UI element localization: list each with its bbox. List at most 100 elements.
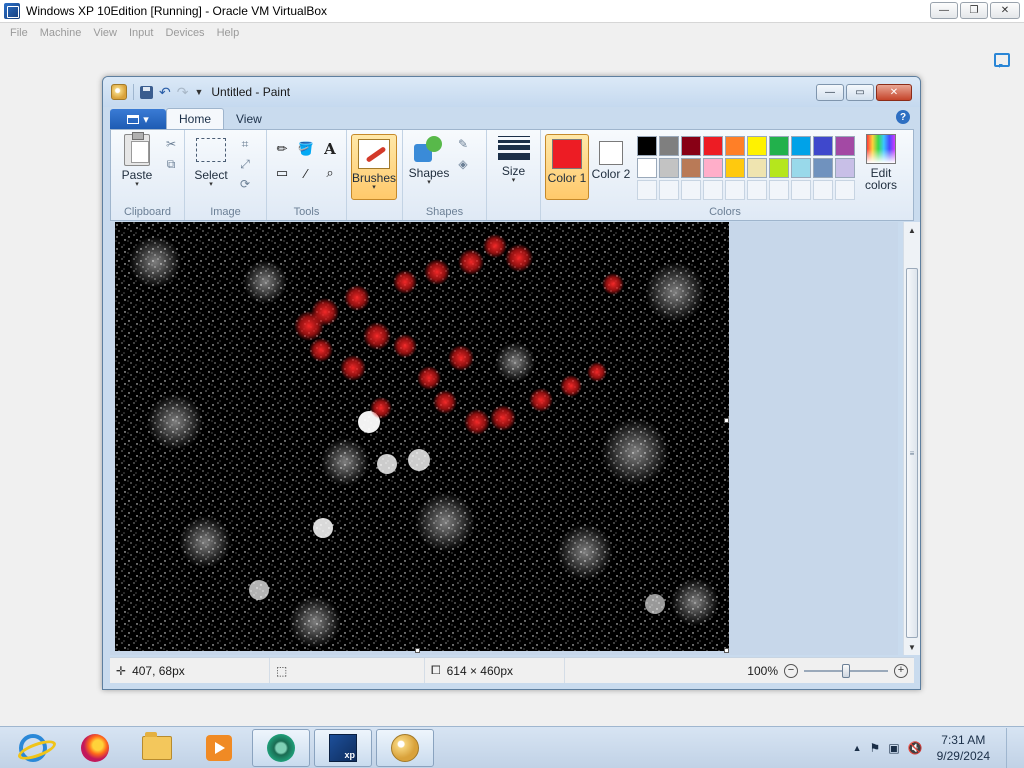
taskbar-paint[interactable] [376,728,434,767]
vertical-scrollbar[interactable]: ▲ ≡ ▼ [903,222,920,655]
pencil-icon[interactable]: ✏ [271,138,293,160]
canvas-resize-handle-bottom[interactable] [415,648,420,653]
palette-swatch-r2-7[interactable] [769,158,789,178]
quick-access-dropdown-icon[interactable]: ▼ [194,87,203,97]
scroll-up-icon[interactable]: ▲ [904,222,920,238]
redo-icon[interactable]: ↷ [177,84,189,101]
palette-custom-swatch-7[interactable] [769,180,789,200]
palette-swatch-r2-9[interactable] [813,158,833,178]
taskbar-virtualbox[interactable]: xp [314,728,372,767]
paint-app-icon[interactable] [111,84,127,100]
zoom-in-icon[interactable]: + [894,663,908,678]
tab-view[interactable]: View [224,108,274,129]
palette-custom-swatch-8[interactable] [791,180,811,200]
notification-message-icon[interactable] [994,53,1010,68]
palette-swatch-r1-3[interactable] [681,136,701,156]
menu-input[interactable]: Input [123,27,159,39]
menu-devices[interactable]: Devices [159,27,210,39]
color2-button[interactable]: Color 2 [589,134,633,200]
scrollbar-thumb[interactable]: ≡ [906,268,918,638]
crop-icon[interactable]: ⌗ [237,136,253,152]
taskbar-firefox[interactable] [66,729,124,767]
palette-swatch-r2-3[interactable] [681,158,701,178]
canvas-resize-handle-right[interactable] [724,418,729,423]
menu-file[interactable]: File [4,27,34,39]
palette-swatch-r2-1[interactable] [637,158,657,178]
magnifier-icon[interactable]: ⌕ [319,162,341,184]
text-tool-icon[interactable]: A [319,138,341,160]
palette-swatch-r1-4[interactable] [703,136,723,156]
palette-swatch-r2-4[interactable] [703,158,723,178]
taskbar-internet-explorer[interactable] [4,729,62,767]
taskbar-media-player[interactable] [190,729,248,767]
palette-custom-swatch-2[interactable] [659,180,679,200]
palette-custom-swatch-1[interactable] [637,180,657,200]
brushes-label: Brushes [351,171,397,185]
eraser-icon[interactable]: ▭ [271,162,293,184]
show-desktop-button[interactable] [1006,728,1016,768]
cut-icon[interactable]: ✂ [163,136,179,152]
brushes-button[interactable]: Brushes ▾ [351,134,397,200]
palette-swatch-r2-2[interactable] [659,158,679,178]
zoom-slider-thumb[interactable] [842,663,850,678]
show-hidden-icons-icon[interactable]: ▲ [853,743,862,753]
taskbar-anydesk[interactable] [252,728,310,767]
virtualbox-app-icon [4,3,20,19]
palette-swatch-r1-6[interactable] [747,136,767,156]
canvas-resize-handle-corner[interactable] [724,648,729,653]
palette-custom-swatch-5[interactable] [725,180,745,200]
volume-muted-icon[interactable]: 🔇 [908,741,923,755]
virtualbox-close-button[interactable]: ✕ [990,2,1020,19]
color1-button[interactable]: Color 1 [545,134,589,200]
menu-view[interactable]: View [87,27,123,39]
palette-swatch-r1-7[interactable] [769,136,789,156]
resize-icon[interactable]: ⤢ [237,156,253,172]
tab-home[interactable]: Home [166,108,225,129]
size-dropdown-icon: ▾ [511,177,516,184]
palette-custom-swatch-9[interactable] [813,180,833,200]
palette-custom-swatch-10[interactable] [835,180,855,200]
zoom-slider[interactable] [804,663,888,678]
palette-swatch-r2-8[interactable] [791,158,811,178]
palette-swatch-r2-6[interactable] [747,158,767,178]
file-menu-button[interactable]: ▾ [110,109,166,129]
palette-custom-swatch-6[interactable] [747,180,767,200]
virtualbox-minimize-button[interactable]: — [930,2,958,19]
palette-custom-swatch-3[interactable] [681,180,701,200]
network-icon[interactable]: ▣ [888,741,899,755]
fill-bucket-icon[interactable]: 🪣 [295,138,317,160]
palette-swatch-r1-10[interactable] [835,136,855,156]
palette-swatch-r1-8[interactable] [791,136,811,156]
virtualbox-window-title: Windows XP 10Edition [Running] - Oracle … [26,4,328,18]
color-picker-icon[interactable]: ⁄ [295,162,317,184]
zoom-out-icon[interactable]: − [784,663,798,678]
copy-icon[interactable]: ⧉ [163,156,179,172]
paint-restore-button[interactable]: ▭ [846,84,874,101]
palette-swatch-r1-9[interactable] [813,136,833,156]
rotate-icon[interactable]: ⟳ [237,176,253,192]
undo-icon[interactable]: ↶ [159,84,171,101]
action-center-flag-icon[interactable]: ⚑ [870,741,881,755]
scroll-down-icon[interactable]: ▼ [904,639,920,655]
palette-swatch-r2-5[interactable] [725,158,745,178]
fill-icon[interactable]: ◈ [455,156,471,172]
drawing-canvas[interactable] [115,222,729,651]
palette-swatch-r1-5[interactable] [725,136,745,156]
virtualbox-restore-button[interactable]: ❐ [960,2,988,19]
palette-swatch-r1-1[interactable] [637,136,657,156]
menu-help[interactable]: Help [211,27,246,39]
menu-machine[interactable]: Machine [34,27,88,39]
paint-close-button[interactable]: ✕ [876,84,912,101]
help-icon[interactable]: ? [896,110,910,124]
save-icon[interactable] [140,85,153,99]
palette-custom-swatch-4[interactable] [703,180,723,200]
outline-icon[interactable]: ✎ [455,136,471,152]
size-button[interactable]: Size ▾ [492,134,536,220]
palette-swatch-r2-10[interactable] [835,158,855,178]
palette-swatch-r1-2[interactable] [659,136,679,156]
clock[interactable]: 7:31 AM 9/29/2024 [937,732,990,764]
paint-minimize-button[interactable]: — [816,84,844,101]
taskbar-file-explorer[interactable] [128,729,186,767]
shapes-button-label: Shapes [408,166,450,180]
zoom-controls: 100% − + [747,663,914,678]
